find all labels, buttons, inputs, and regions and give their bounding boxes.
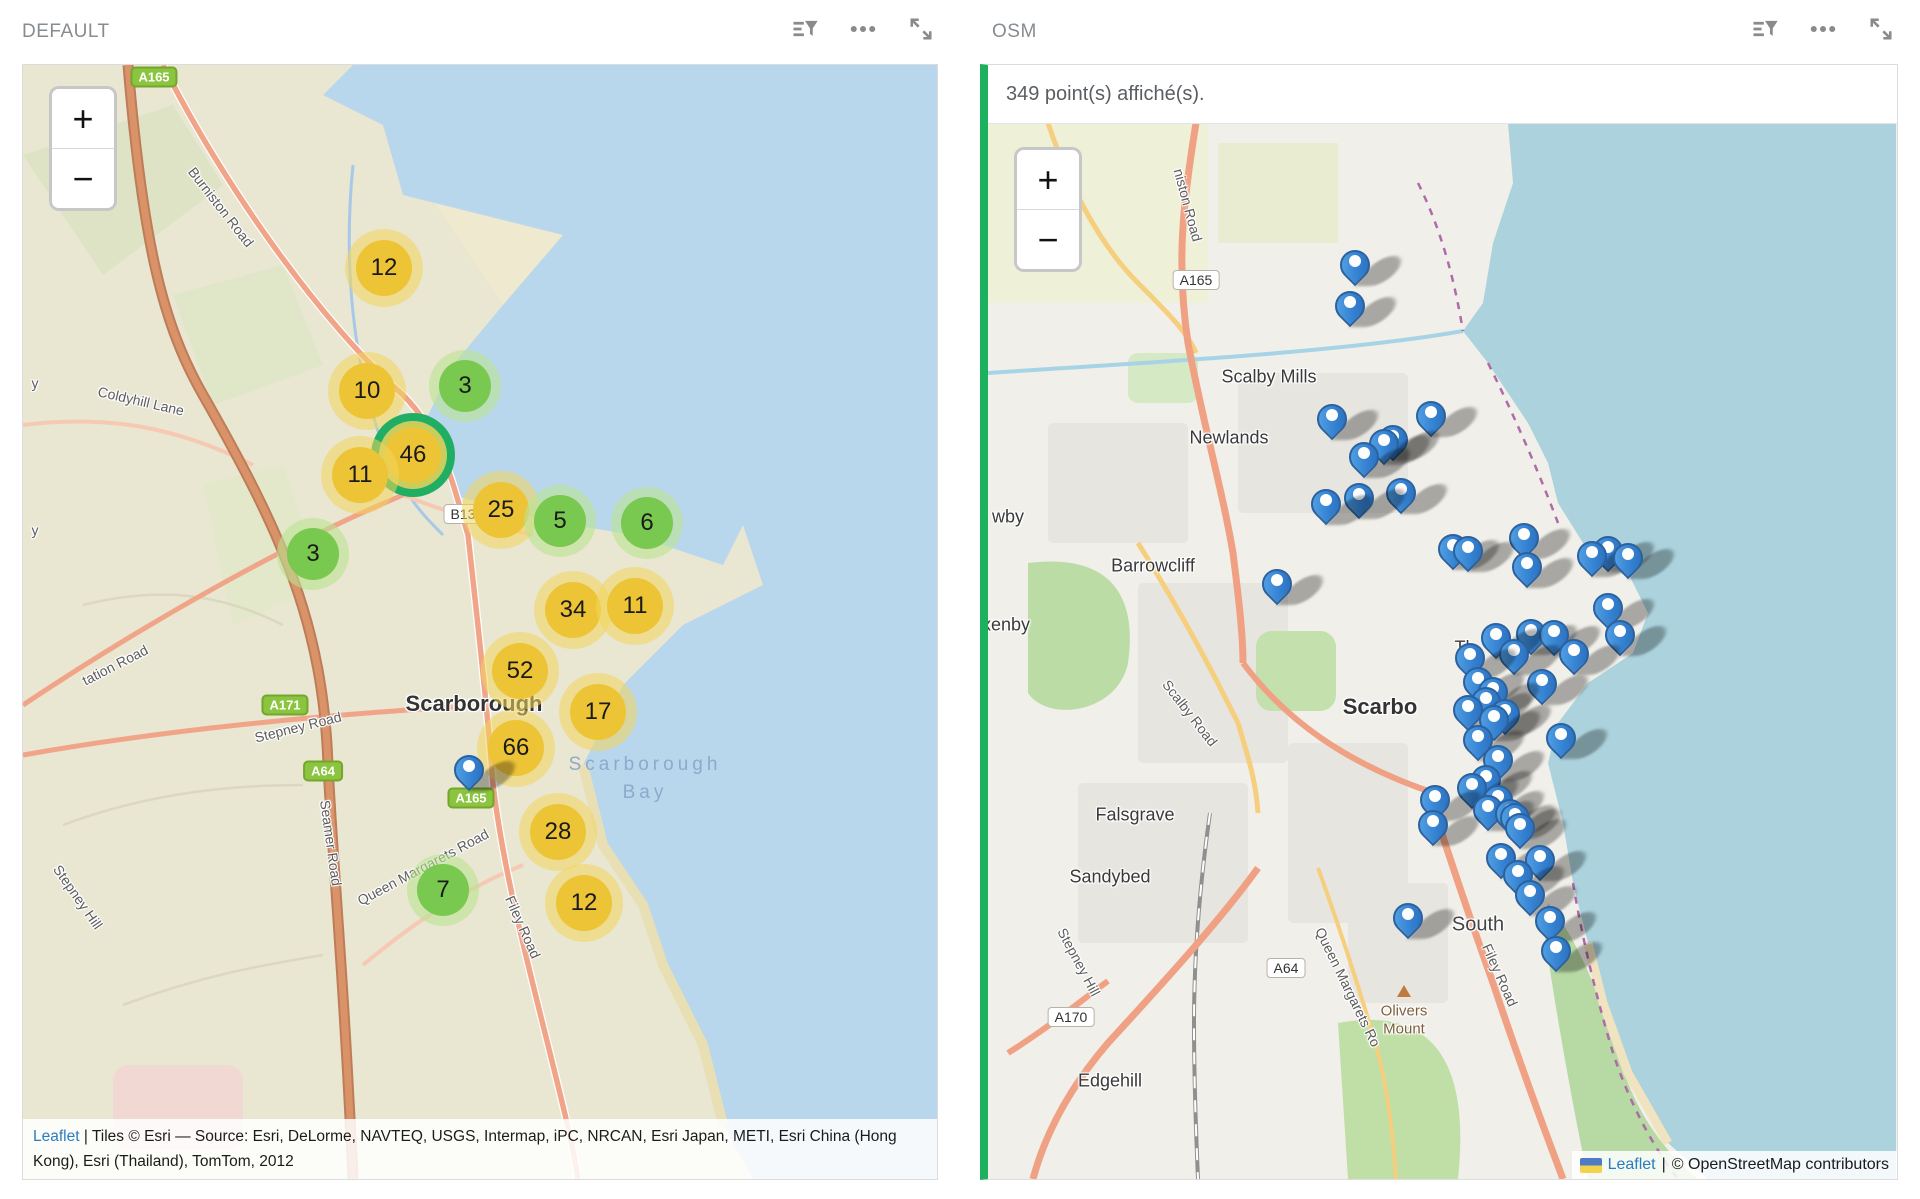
marker-dot: [1602, 598, 1614, 610]
attribution-separator: |: [80, 1128, 92, 1145]
cluster-marker[interactable]: 12: [556, 875, 612, 931]
marker-dot: [1326, 409, 1338, 421]
marker-dot: [1488, 710, 1500, 722]
peak-icon: [1397, 985, 1411, 997]
marker-dot: [1462, 541, 1474, 553]
marker-dot: [1427, 815, 1439, 827]
cluster-marker[interactable]: 11: [607, 578, 663, 634]
cluster-marker[interactable]: 10: [339, 363, 395, 419]
zoom-control: + −: [1014, 147, 1082, 272]
osm-map[interactable]: + − Leaflet | © OpenStreetMap contributo…: [988, 123, 1897, 1179]
panel-title: DEFAULT: [22, 21, 110, 43]
cluster-marker[interactable]: 7: [417, 864, 469, 916]
marker-dot: [1518, 528, 1530, 540]
marker-dot: [1482, 800, 1494, 812]
marker-dot: [1378, 434, 1390, 446]
marker-dot: [1544, 911, 1556, 923]
dashboard: DEFAULT: [0, 0, 1920, 1199]
expand-icon[interactable]: [906, 14, 936, 44]
marker-dot: [1495, 848, 1507, 860]
cluster-marker[interactable]: 3: [439, 360, 491, 412]
map-attribution: Leaflet | Tiles © Esri — Source: Esri, D…: [23, 1119, 937, 1179]
marker-dot: [1402, 908, 1414, 920]
panel-title: OSM: [992, 21, 1037, 43]
marker-dot: [1472, 730, 1484, 742]
leaflet-link[interactable]: Leaflet: [1608, 1156, 1656, 1174]
cluster-marker[interactable]: 52: [492, 643, 548, 699]
zoom-out-button[interactable]: −: [52, 149, 114, 208]
ukraine-flag-icon: [1580, 1158, 1602, 1173]
map-panel-default: + − Leaflet | Tiles © Esri — Source: Esr…: [22, 64, 938, 1180]
cluster-marker[interactable]: 12: [356, 240, 412, 296]
marker-dot: [1622, 548, 1634, 560]
attribution-separator: |: [1662, 1156, 1666, 1174]
marker-dot: [1492, 750, 1504, 762]
marker-dot: [1429, 790, 1441, 802]
marker-dot: [1271, 574, 1283, 586]
zoom-out-button[interactable]: −: [1017, 210, 1079, 269]
panel-toolbar-osm: [1750, 14, 1896, 44]
map-attribution: Leaflet | © OpenStreetMap contributors: [1572, 1151, 1897, 1179]
panel-toolbar-default: [790, 14, 936, 44]
marker-dot: [1550, 941, 1562, 953]
osm-basemap: [988, 123, 1896, 1179]
zoom-in-button[interactable]: +: [1017, 150, 1079, 210]
marker-dot: [1464, 648, 1476, 660]
marker-dot: [1466, 778, 1478, 790]
cluster-marker[interactable]: 25: [473, 482, 529, 538]
zoom-in-button[interactable]: +: [52, 89, 114, 149]
attribution-text: © OpenStreetMap contributors: [1672, 1156, 1889, 1174]
marker-dot: [463, 760, 475, 772]
cluster-marker[interactable]: 28: [530, 804, 586, 860]
marker-dot: [1568, 644, 1580, 656]
cluster-marker[interactable]: 5: [534, 495, 586, 547]
marker-dot: [1480, 692, 1492, 704]
attribution-text: Tiles © Esri — Source: Esri, DeLorme, NA…: [33, 1128, 897, 1170]
marker-dot: [1462, 700, 1474, 712]
marker-dot: [1320, 494, 1332, 506]
marker-dot: [1358, 447, 1370, 459]
points-count-status: 349 point(s) affiché(s).: [988, 83, 1205, 106]
esri-map[interactable]: + − Leaflet | Tiles © Esri — Source: Esr…: [23, 65, 937, 1179]
marker-dot: [1425, 406, 1437, 418]
marker-dot: [1512, 865, 1524, 877]
cluster-marker[interactable]: 46: [385, 427, 441, 483]
esri-basemap: [23, 65, 937, 1179]
expand-icon[interactable]: [1866, 14, 1896, 44]
marker-dot: [1344, 296, 1356, 308]
cluster-marker[interactable]: 3: [287, 528, 339, 580]
marker-dot: [1586, 546, 1598, 558]
marker-dot: [1349, 255, 1361, 267]
marker-dot: [1548, 625, 1560, 637]
marker-dot: [1524, 885, 1536, 897]
marker-dot: [1514, 818, 1526, 830]
more-icon[interactable]: [848, 14, 878, 44]
marker-dot: [1614, 625, 1626, 637]
status-bar: 349 point(s) affiché(s).: [988, 65, 1897, 124]
marker-dot: [1521, 557, 1533, 569]
filter-sort-icon[interactable]: [790, 14, 820, 44]
cluster-marker[interactable]: 17: [570, 684, 626, 740]
cluster-marker[interactable]: 11: [332, 447, 388, 503]
filter-sort-icon[interactable]: [1750, 14, 1780, 44]
marker-dot: [1490, 628, 1502, 640]
map-panel-osm: 349 point(s) affiché(s).: [980, 64, 1898, 1180]
cluster-marker[interactable]: 6: [621, 497, 673, 549]
leaflet-link[interactable]: Leaflet: [33, 1128, 80, 1145]
marker-dot: [1555, 728, 1567, 740]
marker-dot: [1534, 850, 1546, 862]
zoom-control: + −: [49, 86, 117, 211]
cluster-marker[interactable]: 34: [545, 582, 601, 638]
more-icon[interactable]: [1808, 14, 1838, 44]
